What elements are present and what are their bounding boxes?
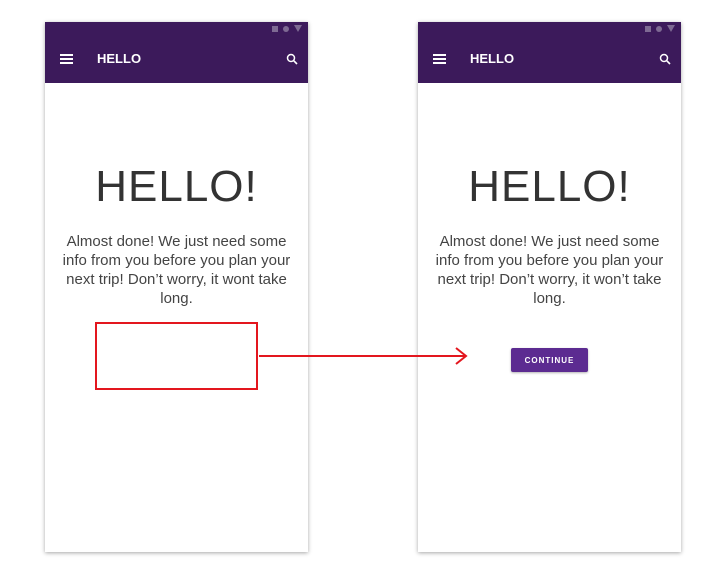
- arrow-annotation: [259, 347, 468, 365]
